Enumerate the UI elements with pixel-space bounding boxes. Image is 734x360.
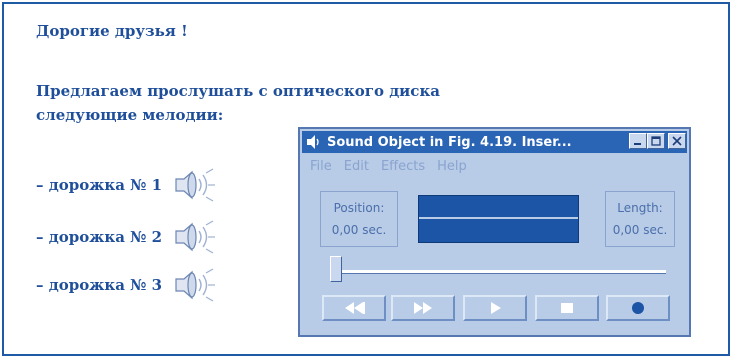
track-label: – дорожка № 2 xyxy=(36,228,163,246)
stop-button[interactable] xyxy=(535,295,599,321)
record-icon xyxy=(632,302,644,314)
rewind-icon xyxy=(345,302,365,314)
track-label: – дорожка № 1 xyxy=(36,176,163,194)
speaker-icon xyxy=(305,133,323,151)
greeting-heading: Дорогие друзья ! xyxy=(36,22,188,40)
close-button[interactable] xyxy=(668,133,686,149)
seek-slider-track[interactable] xyxy=(334,270,666,274)
window-menubar: File Edit Effects Help xyxy=(310,159,467,174)
intro-line-2: следующие мелодии: xyxy=(36,106,224,124)
maximize-button[interactable] xyxy=(647,133,665,149)
track-item: – дорожка № 3 xyxy=(36,267,216,303)
waveform-display xyxy=(418,195,579,243)
menu-help[interactable]: Help xyxy=(437,159,467,174)
sound-object-window: Sound Object in Fig. 4.19. Inser... File… xyxy=(298,127,691,337)
speaker-icon[interactable] xyxy=(170,267,216,303)
track-item: – дорожка № 1 xyxy=(36,167,216,203)
stop-icon xyxy=(561,303,573,313)
minimize-button[interactable] xyxy=(629,133,647,149)
track-item: – дорожка № 2 xyxy=(36,219,216,255)
maximize-icon xyxy=(651,136,661,146)
fast-forward-button[interactable] xyxy=(391,295,455,321)
menu-edit[interactable]: Edit xyxy=(344,159,369,174)
menu-effects[interactable]: Effects xyxy=(381,159,425,174)
waveform-baseline xyxy=(419,217,578,219)
track-label: – дорожка № 3 xyxy=(36,276,163,294)
seek-slider-thumb[interactable] xyxy=(330,256,342,282)
window-titlebar[interactable]: Sound Object in Fig. 4.19. Inser... xyxy=(302,131,687,153)
speaker-icon[interactable] xyxy=(170,167,216,203)
menu-file[interactable]: File xyxy=(310,159,332,174)
position-label: Position: xyxy=(333,201,385,215)
record-button[interactable] xyxy=(606,295,670,321)
position-box: Position: 0,00 sec. xyxy=(320,191,398,247)
close-icon xyxy=(672,136,682,146)
intro-line-1: Предлагаем прослушать с оптического диск… xyxy=(36,82,440,100)
play-button[interactable] xyxy=(463,295,527,321)
rewind-button[interactable] xyxy=(322,295,386,321)
length-value: 0,00 sec. xyxy=(612,223,668,237)
minimize-icon xyxy=(634,143,641,145)
position-value: 0,00 sec. xyxy=(331,223,387,237)
fast-forward-icon xyxy=(414,302,432,314)
window-title: Sound Object in Fig. 4.19. Inser... xyxy=(327,134,572,150)
speaker-icon[interactable] xyxy=(170,219,216,255)
length-box: Length: 0,00 sec. xyxy=(605,191,675,247)
length-label: Length: xyxy=(617,201,663,215)
play-icon xyxy=(491,302,501,314)
